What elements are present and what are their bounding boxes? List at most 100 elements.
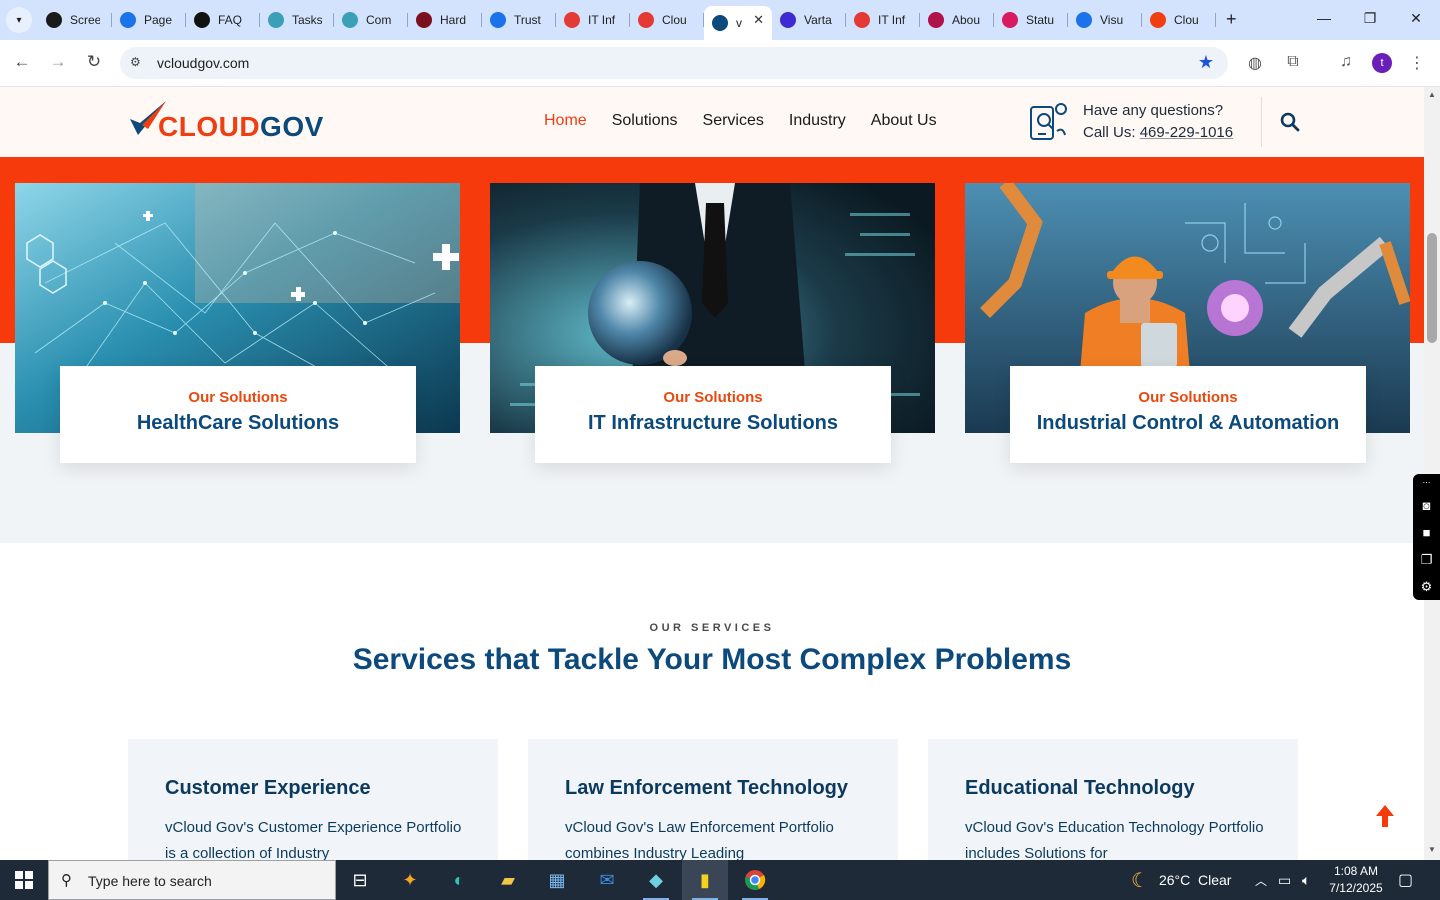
service-card-law-enforcement[interactable]: Law Enforcement Technology vCloud Gov's … bbox=[528, 739, 898, 860]
bookmark-star-icon[interactable]: ★ bbox=[1198, 52, 1214, 73]
media-control-icon[interactable]: ♫ bbox=[1335, 53, 1357, 71]
nav-item-industry[interactable]: Industry bbox=[789, 112, 846, 130]
scales-icon bbox=[490, 12, 506, 28]
scroll-down-icon[interactable]: ▼ bbox=[1428, 845, 1436, 854]
url-text[interactable]: vcloudgov.com bbox=[157, 55, 249, 71]
gear-icon[interactable]: ⚙ bbox=[1413, 573, 1440, 600]
minimize-button[interactable]: — bbox=[1314, 10, 1334, 26]
chrome-icon[interactable] bbox=[732, 860, 778, 900]
close-tab-icon[interactable]: ✕ bbox=[753, 12, 764, 28]
services-heading: Services that Tackle Your Most Complex P… bbox=[352, 643, 1072, 676]
show-hidden-icons-chevron-icon[interactable]: ︿ bbox=[1255, 860, 1267, 900]
x-logo-icon bbox=[780, 12, 796, 28]
tab-list: Scree Page FAQ Tasks Com Hard Trust IT Inf Clou v… bbox=[38, 6, 1216, 40]
task-view-icon[interactable]: ⊟ bbox=[337, 860, 383, 900]
browser-tab[interactable]: Scree bbox=[38, 6, 112, 34]
search-icon[interactable] bbox=[1280, 112, 1300, 132]
widget-handle-icon[interactable]: ⋯ bbox=[1413, 474, 1440, 492]
tab-label: Tasks bbox=[292, 13, 322, 27]
scrollbar-thumb[interactable] bbox=[1427, 233, 1437, 343]
address-bar[interactable]: ⚙ vcloudgov.com ★ bbox=[120, 47, 1228, 79]
swoosh-logo-icon bbox=[1150, 12, 1166, 28]
logo-part-gov: GOV bbox=[260, 111, 324, 142]
close-window-button[interactable]: ✕ bbox=[1406, 10, 1426, 27]
moon-icon: ☾ bbox=[1131, 869, 1149, 892]
browser-tab[interactable]: IT Inf bbox=[556, 6, 630, 34]
browser-tab[interactable]: Tasks bbox=[260, 6, 334, 34]
file-explorer-icon[interactable]: ▰ bbox=[485, 860, 531, 900]
service-title: Educational Technology bbox=[965, 777, 1195, 799]
app-diamond-icon[interactable]: ◆ bbox=[633, 860, 679, 900]
browser-toolbar: ← → ↻ ⚙ vcloudgov.com ★ ◍ ⧉ ♫ ⋮ bbox=[0, 40, 1440, 87]
cloudgov-logo[interactable]: CLOUDGOV bbox=[128, 99, 328, 142]
site-header: CLOUDGOV Home Solutions Services Industry Ab… bbox=[0, 87, 1424, 157]
new-tab-button[interactable]: + bbox=[1226, 9, 1237, 30]
nav-item-services[interactable]: Services bbox=[703, 112, 764, 130]
scroll-up-icon[interactable]: ▲ bbox=[1428, 90, 1436, 99]
windows-logo-icon bbox=[15, 871, 33, 889]
back-arrow-icon[interactable]: ← bbox=[11, 52, 33, 72]
browser-tab[interactable]: Varta bbox=[772, 6, 846, 34]
sticky-notes-icon[interactable]: ▮ bbox=[682, 860, 728, 900]
back-to-top-arrow-icon[interactable] bbox=[1376, 805, 1394, 827]
tab-label: Clou bbox=[1174, 13, 1199, 27]
phone-number-link[interactable]: 469-229-1016 bbox=[1140, 124, 1233, 141]
nav-item-about-us[interactable]: About Us bbox=[871, 112, 937, 130]
tab-label: IT Inf bbox=[588, 13, 616, 27]
weather-widget[interactable]: ☾ 26°C Clear bbox=[1131, 860, 1231, 900]
camera-lens-icon bbox=[46, 12, 62, 28]
nav-item-solutions[interactable]: Solutions bbox=[612, 112, 678, 130]
forward-arrow-icon[interactable]: → bbox=[47, 52, 69, 72]
reload-icon[interactable]: ↻ bbox=[83, 52, 105, 72]
browser-tab[interactable]: IT Inf bbox=[846, 6, 920, 34]
browser-tab[interactable]: Statu bbox=[994, 6, 1068, 34]
browser-tab[interactable]: Page bbox=[112, 6, 186, 34]
extensions-puzzle-icon[interactable]: ⧉ bbox=[1282, 53, 1304, 71]
tab-label: IT Inf bbox=[878, 13, 906, 27]
browser-tab[interactable]: Hard bbox=[408, 6, 482, 34]
clickup-icon bbox=[342, 12, 358, 28]
solution-card-it-infrastructure[interactable]: Our Solutions IT Infrastructure Solution… bbox=[490, 183, 935, 463]
site-settings-icon[interactable]: ⚙ bbox=[130, 55, 141, 69]
service-title: Law Enforcement Technology bbox=[565, 777, 848, 799]
card-title[interactable]: Industrial Control & Automation bbox=[1010, 412, 1366, 435]
card-eyebrow: Our Solutions bbox=[663, 389, 763, 406]
service-card-educational-technology[interactable]: Educational Technology vCloud Gov's Educ… bbox=[928, 739, 1298, 860]
browser-tab[interactable]: FAQ bbox=[186, 6, 260, 34]
window-capture-icon[interactable]: ❐ bbox=[1413, 546, 1440, 573]
browser-tab[interactable]: Clou bbox=[1142, 6, 1216, 34]
notification-center-icon[interactable]: ▢ bbox=[1398, 860, 1413, 900]
browser-tab[interactable]: Abou bbox=[920, 6, 994, 34]
card-title[interactable]: HealthCare Solutions bbox=[60, 412, 416, 435]
browser-tab[interactable]: Trust bbox=[482, 6, 556, 34]
card-title[interactable]: IT Infrastructure Solutions bbox=[535, 412, 891, 435]
mail-icon[interactable]: ✉ bbox=[584, 860, 630, 900]
service-card-customer-experience[interactable]: Customer Experience vCloud Gov's Custome… bbox=[128, 739, 498, 860]
camera-icon[interactable]: ◙ bbox=[1413, 492, 1440, 519]
start-button[interactable] bbox=[0, 860, 48, 900]
solution-card-industrial[interactable]: Our Solutions Industrial Control & Autom… bbox=[965, 183, 1410, 463]
edge-browser-icon[interactable]: ◐ bbox=[436, 860, 482, 900]
tab-search-button[interactable]: ▾ bbox=[6, 7, 32, 33]
chrome-menu-icon[interactable]: ⋮ bbox=[1406, 53, 1428, 73]
profile-avatar[interactable]: t bbox=[1372, 53, 1392, 73]
network-icon[interactable]: ▭ bbox=[1278, 860, 1291, 900]
nav-item-home[interactable]: Home bbox=[544, 112, 587, 130]
restore-button[interactable]: ❐ bbox=[1360, 10, 1380, 27]
browser-tab[interactable]: Clou bbox=[630, 6, 704, 34]
tab-label: Statu bbox=[1026, 13, 1055, 27]
browser-tab[interactable]: Visu bbox=[1068, 6, 1142, 34]
translate-icon[interactable]: ◍ bbox=[1244, 53, 1266, 73]
browser-tab[interactable]: v ✕ bbox=[704, 6, 772, 40]
video-camera-icon[interactable]: ■ bbox=[1413, 519, 1440, 546]
contact-call: Call Us: 469-229-1016 bbox=[1083, 124, 1233, 141]
system-clock[interactable]: 1:08 AM 7/12/2025 bbox=[1326, 863, 1386, 897]
microsoft-store-icon[interactable]: ▦ bbox=[534, 860, 580, 900]
volume-icon[interactable]: 🔈︎ bbox=[1302, 860, 1310, 900]
tab-label: Clou bbox=[662, 13, 687, 27]
taskbar-search-box[interactable]: ⚲ Type here to search bbox=[48, 860, 336, 900]
logo-part-cloud: CLOUD bbox=[158, 111, 261, 142]
solution-card-healthcare[interactable]: Our Solutions HealthCare Solutions bbox=[15, 183, 460, 463]
browser-tab[interactable]: Com bbox=[334, 6, 408, 34]
copilot-icon[interactable]: ✦ bbox=[387, 860, 433, 900]
